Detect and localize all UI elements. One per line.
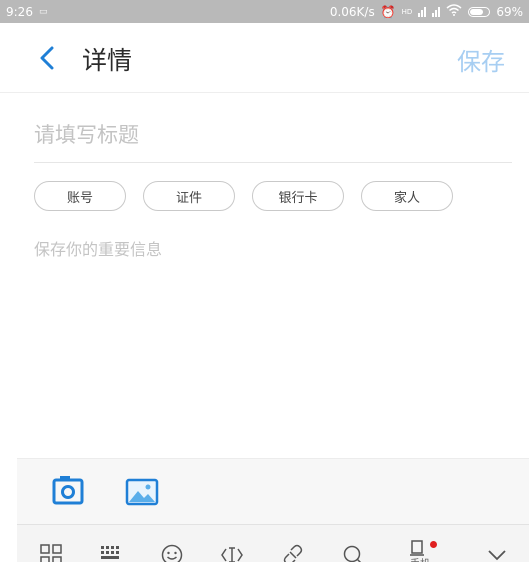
tag-account[interactable]: 账号 bbox=[34, 181, 126, 211]
battery-level: 69% bbox=[496, 4, 523, 19]
search-icon[interactable] bbox=[341, 543, 365, 562]
network-type: HD bbox=[401, 7, 413, 16]
battery-icon bbox=[468, 6, 491, 17]
signal-icon-2 bbox=[432, 6, 441, 17]
link-icon[interactable] bbox=[281, 543, 305, 562]
status-right: 0.06K/s ⏰ HD 69% bbox=[330, 4, 523, 19]
status-bar: 9:26 ▭ 0.06K/s ⏰ HD 69% bbox=[0, 0, 529, 23]
wifi-icon bbox=[446, 4, 462, 19]
collapse-icon[interactable] bbox=[485, 543, 509, 562]
phone-label: 手机 bbox=[410, 555, 430, 562]
attachment-bar bbox=[17, 458, 529, 524]
notification-dot bbox=[430, 541, 437, 548]
tag-family[interactable]: 家人 bbox=[361, 181, 453, 211]
content-input[interactable] bbox=[34, 236, 512, 446]
cursor-icon[interactable] bbox=[220, 543, 244, 562]
chevron-left-icon bbox=[40, 46, 54, 70]
save-button[interactable]: 保存 bbox=[457, 42, 505, 77]
alarm-icon: ⏰ bbox=[380, 4, 396, 19]
keyboard-icon[interactable] bbox=[99, 543, 123, 562]
tag-id-document[interactable]: 证件 bbox=[143, 181, 235, 211]
image-button[interactable] bbox=[125, 477, 159, 507]
tag-list: 账号 证件 银行卡 家人 bbox=[34, 181, 453, 211]
camera-icon bbox=[52, 476, 84, 505]
status-time: 9:26 bbox=[6, 4, 33, 19]
back-button[interactable] bbox=[36, 46, 58, 70]
signal-icon bbox=[418, 6, 427, 17]
notification-icon: ▭ bbox=[38, 6, 48, 17]
grid-icon[interactable] bbox=[39, 543, 63, 562]
camera-button[interactable] bbox=[51, 475, 85, 507]
keyboard-toolbar: 手机 bbox=[17, 524, 529, 562]
page-title: 详情 bbox=[82, 46, 133, 75]
title-input[interactable] bbox=[34, 108, 512, 163]
net-speed: 0.06K/s bbox=[329, 4, 375, 19]
image-icon bbox=[125, 478, 159, 506]
tag-bank-card[interactable]: 银行卡 bbox=[252, 181, 344, 211]
emoji-icon[interactable] bbox=[160, 543, 184, 562]
header: 详情 保存 bbox=[0, 23, 529, 93]
